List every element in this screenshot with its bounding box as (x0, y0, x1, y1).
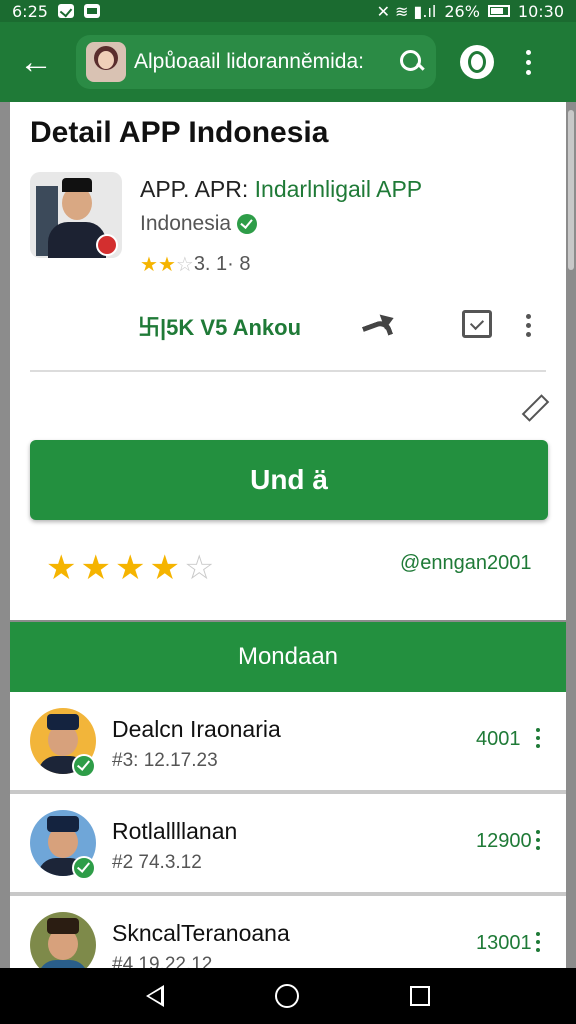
nav-back-icon[interactable] (145, 985, 164, 1007)
notification-image-icon (83, 4, 100, 18)
app-rating: ★ ★ ☆ 3. 1· 8 (140, 252, 251, 277)
nav-home-icon[interactable] (274, 984, 299, 1008)
app-name-prefix: APP. APR: (140, 176, 249, 202)
item-date: #3: 12.17.23 (112, 750, 218, 771)
list-item[interactable]: Rotlallllanan #2 74.3.12 12900 (10, 794, 566, 896)
nav-recents-icon[interactable] (410, 986, 431, 1006)
item-name: SkncalTeranoana (112, 920, 290, 946)
bookmark-icon[interactable] (462, 310, 492, 338)
scrollbar[interactable] (568, 110, 574, 270)
star-icon[interactable]: ★ (115, 548, 145, 588)
install-link[interactable]: 卐|5K V5 Ankou (138, 310, 301, 342)
app-name-highlight: Indarlnligail APP (254, 176, 423, 202)
system-nav-bar (0, 968, 576, 1024)
item-name: Rotlallllanan (112, 818, 238, 844)
item-date: #2 74.3.12 (112, 852, 202, 873)
section-header[interactable]: Mondaan (10, 622, 566, 692)
page-title: Detail APP Indonesia (30, 116, 329, 149)
item-count: 4001 (476, 728, 521, 750)
verified-icon (72, 856, 96, 880)
user-rating[interactable]: ★ ★ ★ ★ ☆ (46, 548, 214, 588)
status-time: 6:25 (12, 1, 48, 21)
more-vert-icon[interactable] (526, 314, 531, 337)
user-list: Dealcn Iraonaria #3: 12.17.23 4001 Rotla… (10, 692, 566, 998)
app-icon (30, 172, 122, 258)
item-name: Dealcn Iraonaria (112, 716, 281, 742)
star-icon[interactable]: ★ (80, 548, 110, 588)
back-arrow-icon[interactable]: ← (6, 32, 66, 92)
item-count: 13001 (476, 932, 532, 954)
star-icon: ★ (140, 254, 158, 276)
search-avatar (86, 42, 126, 82)
more-vert-icon[interactable] (518, 42, 538, 82)
share-icon[interactable] (360, 308, 406, 344)
item-count: 12900 (476, 830, 532, 852)
app-bar: ← Alpůoaail lidoranněmida: (0, 22, 576, 102)
app-badge-icon (96, 234, 118, 256)
notification-check-icon (57, 4, 74, 18)
search-bar[interactable]: Alpůoaail lidoranněmida: (76, 35, 436, 89)
account-icon[interactable] (460, 45, 494, 79)
publisher-name: Indonesia (140, 212, 232, 235)
star-icon[interactable]: ★ (46, 548, 76, 588)
star-icon[interactable]: ★ (149, 548, 179, 588)
star-icon: ★ (157, 254, 176, 276)
action-row: 卐|5K V5 Ankou (10, 306, 566, 346)
star-empty-icon[interactable]: ☆ (184, 548, 214, 588)
edit-icon[interactable] (520, 394, 546, 420)
status-clock: 10:30 (517, 1, 564, 21)
publisher[interactable]: Indonesia (140, 212, 258, 236)
user-handle: @enngan2001 (400, 552, 532, 574)
battery-percent: 26% (444, 1, 480, 21)
star-empty-icon: ☆ (175, 254, 194, 276)
search-icon[interactable] (398, 48, 426, 76)
status-bar: 6:25 ✕ ≋ ▮.ıl 26% 10:30 (0, 0, 576, 22)
list-item[interactable]: Dealcn Iraonaria #3: 12.17.23 4001 (10, 692, 566, 794)
app-name: APP. APR: Indarlnligail APP (140, 176, 422, 203)
app-detail-card: Detail APP Indonesia APP. APR: Indarlnli… (10, 102, 566, 620)
rating-value: 3. 1· 8 (193, 253, 251, 275)
search-input[interactable]: Alpůoaail lidoranněmida: (134, 50, 398, 74)
divider (30, 370, 546, 372)
verified-icon (237, 214, 258, 234)
more-vert-icon[interactable] (536, 830, 540, 850)
update-button[interactable]: Und ä (30, 440, 548, 520)
verified-icon (72, 754, 96, 778)
battery-icon (487, 5, 510, 17)
signal-icons: ✕ ≋ ▮.ıl (376, 1, 437, 21)
more-vert-icon[interactable] (536, 728, 540, 748)
more-vert-icon[interactable] (536, 932, 540, 952)
